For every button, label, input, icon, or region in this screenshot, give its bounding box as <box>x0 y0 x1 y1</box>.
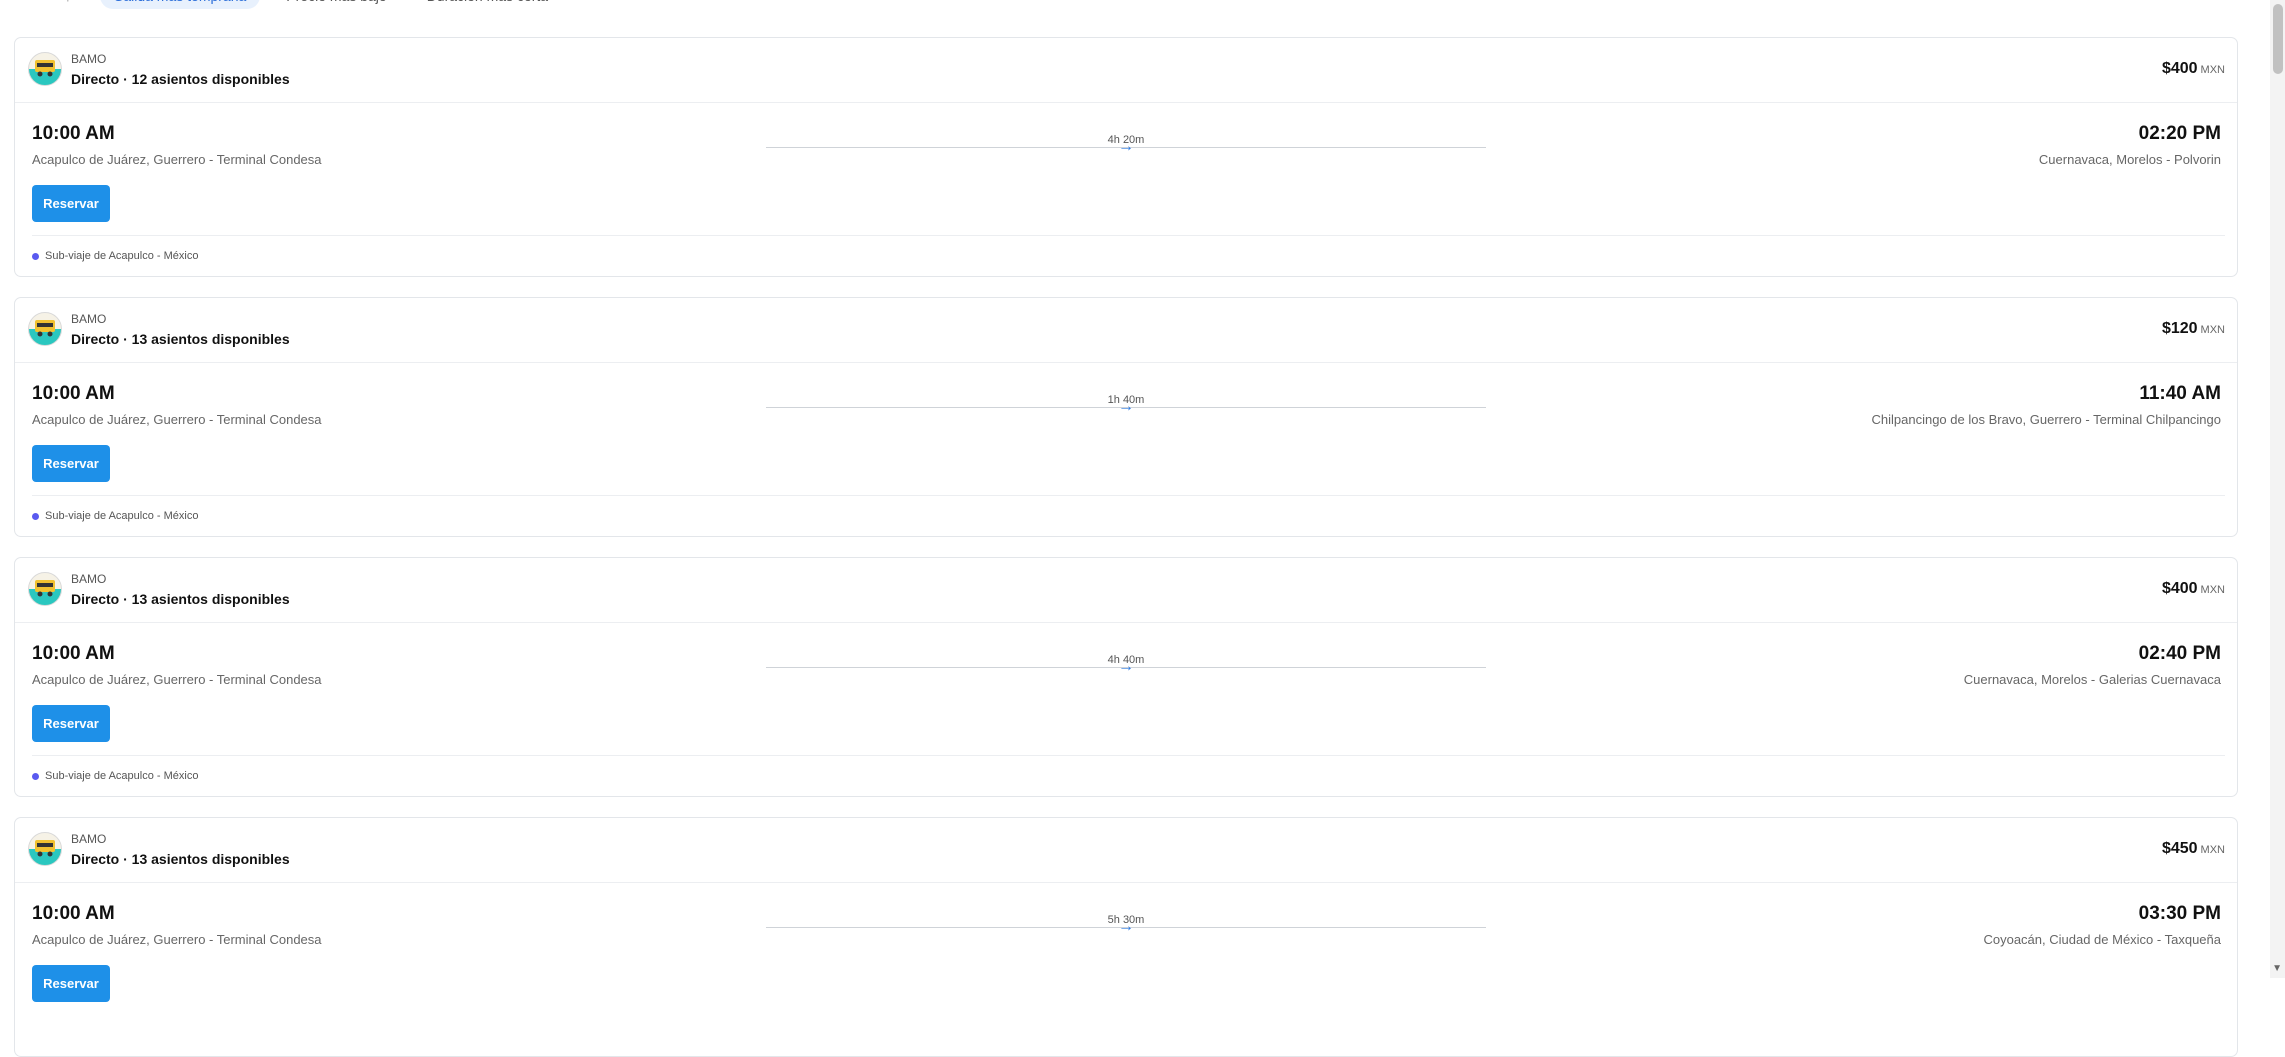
departure-time: 10:00 AM <box>32 383 115 404</box>
price-currency: MXN <box>2200 844 2225 856</box>
departure-place: Acapulco de Juárez, Guerrero - Terminal … <box>32 932 322 947</box>
reserve-button[interactable]: Reservar <box>32 445 110 482</box>
departure-time: 10:00 AM <box>32 643 115 664</box>
subtrip-info: Sub-viaje de Acapulco - México <box>32 770 198 782</box>
trip-price: $400 MXN <box>2162 60 2225 78</box>
price-amount: $400 <box>2161 60 2198 77</box>
subtrip-label: Sub-viaje de Acapulco - México <box>45 250 199 262</box>
divider <box>32 495 2225 496</box>
scrollbar-thumb[interactable] <box>2273 4 2283 74</box>
operator-name: BAMO <box>71 312 107 326</box>
route-timeline: 1h 40m → <box>766 394 1486 416</box>
trip-summary: Directo · 13 asientos disponibles <box>71 851 290 867</box>
operator-logo <box>28 572 62 606</box>
trip-summary: Directo · 13 asientos disponibles <box>71 331 290 347</box>
divider <box>32 235 2225 236</box>
trip-card-header: BAMO Directo · 13 asientos disponibles $… <box>15 298 2237 363</box>
route-timeline: 4h 40m → <box>766 654 1486 676</box>
operator-logo <box>28 52 62 86</box>
price-amount: $120 <box>2161 320 2198 337</box>
trip-card-header: BAMO Directo · 12 asientos disponibles $… <box>15 38 2237 103</box>
operator-name: BAMO <box>71 832 107 846</box>
reserve-button[interactable]: Reservar <box>32 185 110 222</box>
arrow-right-icon: → <box>1118 658 1134 675</box>
arrival-time: 02:40 PM <box>2138 643 2221 664</box>
arrival-place: Cuernavaca, Morelos - Galerias Cuernavac… <box>1963 672 2221 687</box>
arrow-right-icon: → <box>1118 918 1134 935</box>
scroll-down-icon[interactable]: ▼ <box>2272 964 2282 974</box>
operator-logo <box>28 832 62 866</box>
trip-card: BAMO Directo · 13 asientos disponibles $… <box>14 817 2238 1057</box>
departure-time: 10:00 AM <box>32 903 115 924</box>
sort-bar: ↑ Salida más temprana Precio más bajo Du… <box>0 0 562 10</box>
departure-place: Acapulco de Juárez, Guerrero - Terminal … <box>32 672 322 687</box>
route-timeline: 4h 20m → <box>766 134 1486 156</box>
page-scrollbar[interactable]: ▼ <box>2270 0 2285 978</box>
price-amount: $450 <box>2161 840 2198 857</box>
departure-place: Acapulco de Juárez, Guerrero - Terminal … <box>32 412 322 427</box>
trip-price: $120 MXN <box>2162 320 2225 338</box>
sort-direction-icon[interactable]: ↑ <box>48 0 88 6</box>
arrival-time: 03:30 PM <box>2138 903 2221 924</box>
trip-card: BAMO Directo · 12 asientos disponibles $… <box>14 37 2238 277</box>
arrow-right-icon: → <box>1118 398 1134 415</box>
arrival-place: Chilpancingo de los Bravo, Guerrero - Te… <box>1871 412 2222 427</box>
subtrip-info: Sub-viaje de Acapulco - México <box>32 510 198 522</box>
sort-option-cheapest[interactable]: Precio más bajo <box>272 0 400 9</box>
trip-price: $400 MXN <box>2162 580 2225 598</box>
arrow-right-icon: → <box>1118 138 1134 155</box>
trip-summary: Directo · 13 asientos disponibles <box>71 591 290 607</box>
departure-place: Acapulco de Juárez, Guerrero - Terminal … <box>32 152 322 167</box>
operator-logo <box>28 312 62 346</box>
subtrip-label: Sub-viaje de Acapulco - México <box>45 510 199 522</box>
operator-name: BAMO <box>71 52 107 66</box>
subtrip-info: Sub-viaje de Acapulco - México <box>32 250 198 262</box>
divider <box>32 755 2225 756</box>
arrival-place: Coyoacán, Ciudad de México - Taxqueña <box>1983 932 2221 947</box>
departure-time: 10:00 AM <box>32 123 115 144</box>
arrival-place: Cuernavaca, Morelos - Polvorin <box>2038 152 2221 167</box>
price-currency: MXN <box>2200 584 2225 596</box>
trip-card-header: BAMO Directo · 13 asientos disponibles $… <box>15 818 2237 883</box>
subtrip-label: Sub-viaje de Acapulco - México <box>45 770 199 782</box>
price-currency: MXN <box>2200 324 2225 336</box>
reserve-button[interactable]: Reservar <box>32 965 110 1002</box>
arrival-time: 02:20 PM <box>2138 123 2221 144</box>
trip-card: BAMO Directo · 13 asientos disponibles $… <box>14 557 2238 797</box>
trip-summary: Directo · 12 asientos disponibles <box>71 71 290 87</box>
subtrip-dot-icon <box>32 772 39 780</box>
trip-card: BAMO Directo · 13 asientos disponibles $… <box>14 297 2238 537</box>
trip-price: $450 MXN <box>2162 840 2225 858</box>
subtrip-dot-icon <box>32 252 39 260</box>
trip-card-header: BAMO Directo · 13 asientos disponibles $… <box>15 558 2237 623</box>
operator-name: BAMO <box>71 572 107 586</box>
sort-option-earliest[interactable]: Salida más temprana <box>100 0 261 9</box>
price-currency: MXN <box>2200 64 2225 76</box>
route-timeline: 5h 30m → <box>766 914 1486 936</box>
price-amount: $400 <box>2161 580 2198 597</box>
reserve-button[interactable]: Reservar <box>32 705 110 742</box>
arrival-time: 11:40 AM <box>2139 383 2221 404</box>
sort-option-shortest[interactable]: Duración más corta <box>413 0 562 9</box>
subtrip-dot-icon <box>32 512 39 520</box>
